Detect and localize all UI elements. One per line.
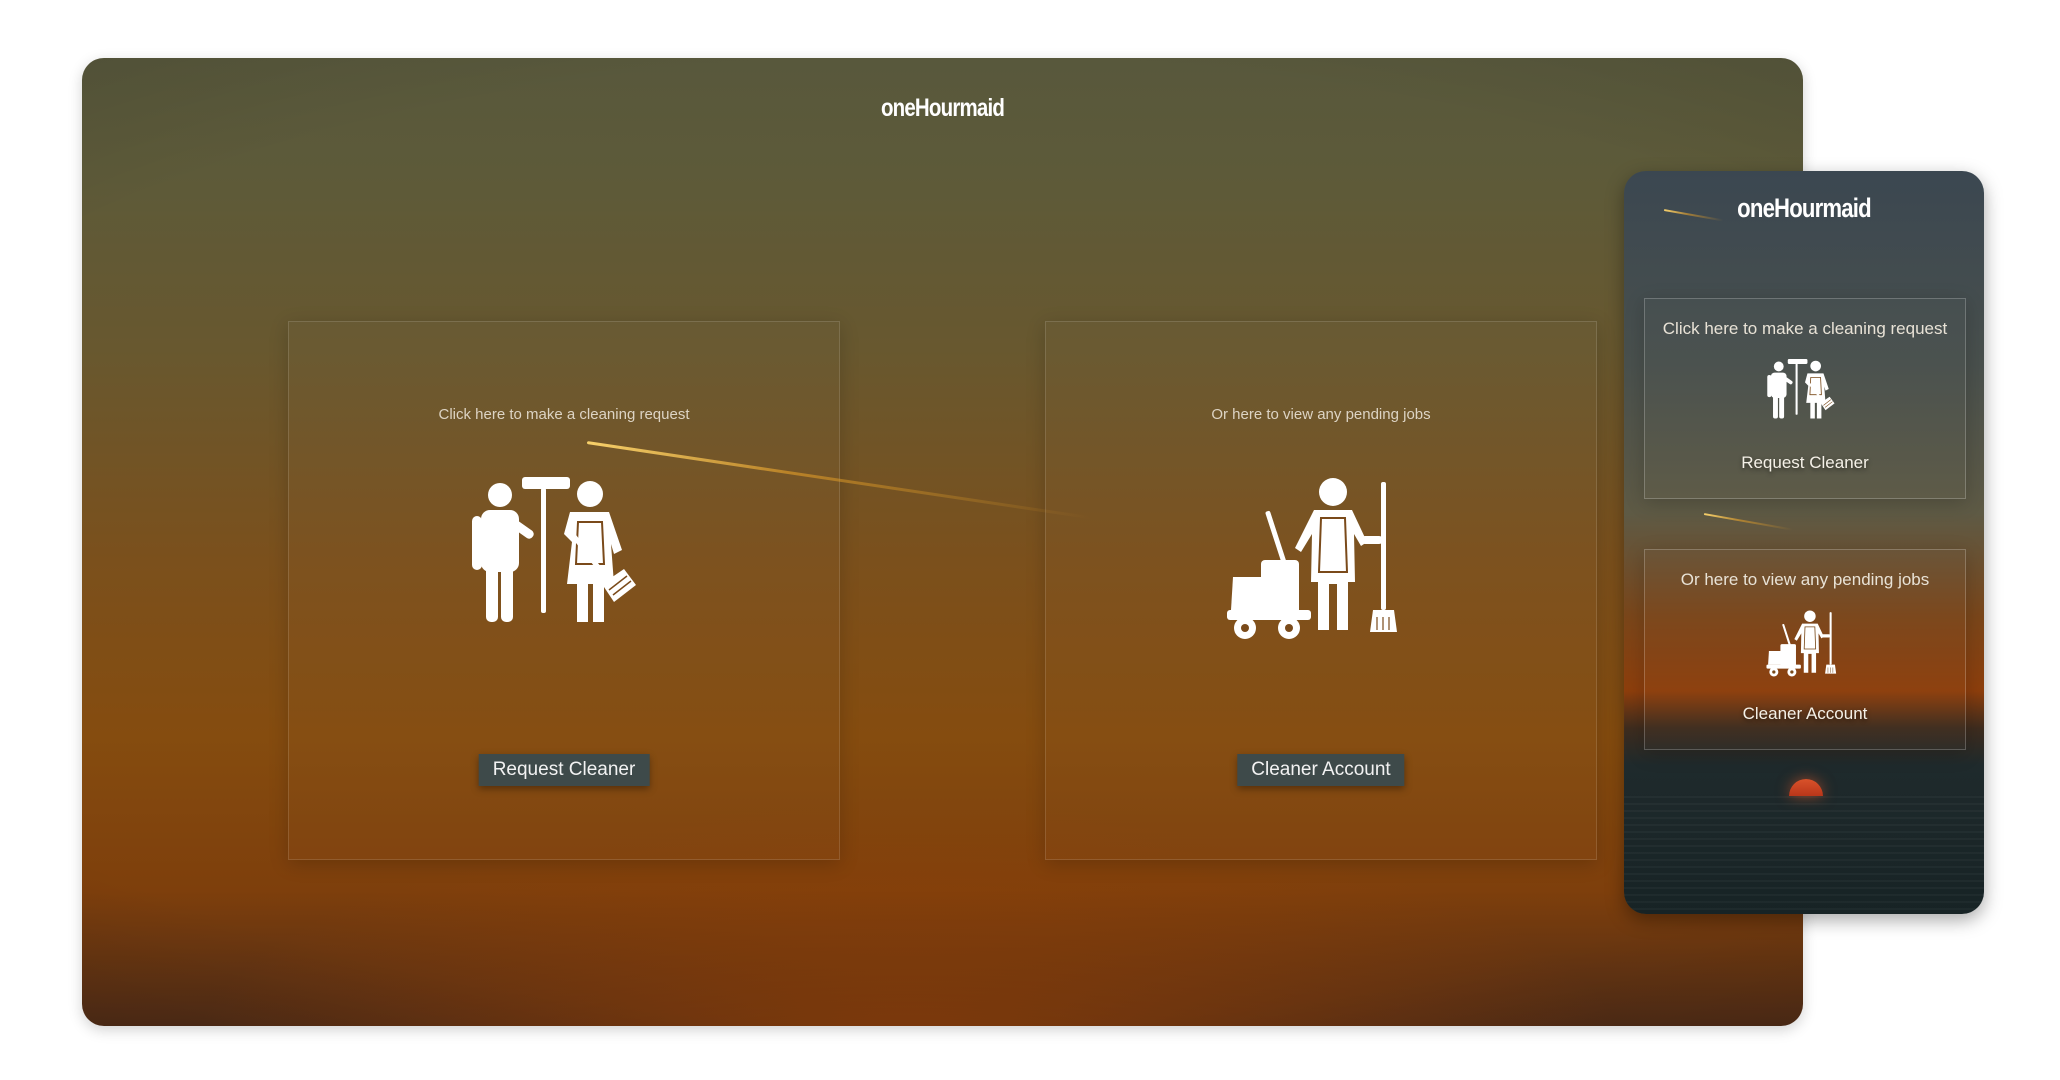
- cleaner-card[interactable]: Or here to view any pending jobs Cleaner…: [1045, 321, 1597, 860]
- janitor-with-cart-icon: [1221, 472, 1421, 672]
- request-card[interactable]: Click here to make a cleaning request Re…: [1644, 298, 1966, 499]
- request-card[interactable]: Click here to make a cleaning request Re…: [288, 321, 840, 860]
- cleaners-with-tools-icon: [464, 472, 664, 672]
- cleaner-account-button[interactable]: Cleaner Account: [1237, 754, 1405, 786]
- mobile-view: oneHourmaid Click here to make a cleanin…: [1624, 171, 1984, 914]
- cleaners-with-tools-icon: [1764, 357, 1846, 439]
- cleaner-card-caption: Or here to view any pending jobs: [1211, 406, 1431, 423]
- desktop-view: oneHourmaid Click here to make a cleanin…: [82, 58, 1803, 1026]
- cleaner-card[interactable]: Or here to view any pending jobs Cleaner…: [1644, 549, 1966, 750]
- mockup-stage: oneHourmaid Click here to make a cleanin…: [0, 0, 2060, 1080]
- cleaner-card-caption: Or here to view any pending jobs: [1680, 570, 1930, 589]
- sea-surface: [1624, 796, 1984, 914]
- light-streak: [1703, 513, 1793, 531]
- request-card-caption: Click here to make a cleaning request: [1662, 319, 1948, 338]
- brand-logo[interactable]: oneHourmaid: [1656, 193, 1951, 224]
- setting-sun: [1789, 779, 1823, 796]
- request-cleaner-link[interactable]: Request Cleaner: [1645, 453, 1965, 473]
- request-card-caption: Click here to make a cleaning request: [438, 406, 690, 423]
- cleaner-account-link[interactable]: Cleaner Account: [1645, 704, 1965, 724]
- brand-logo[interactable]: oneHourmaid: [237, 94, 1648, 123]
- request-cleaner-button[interactable]: Request Cleaner: [478, 754, 650, 786]
- janitor-with-cart-icon: [1764, 608, 1846, 690]
